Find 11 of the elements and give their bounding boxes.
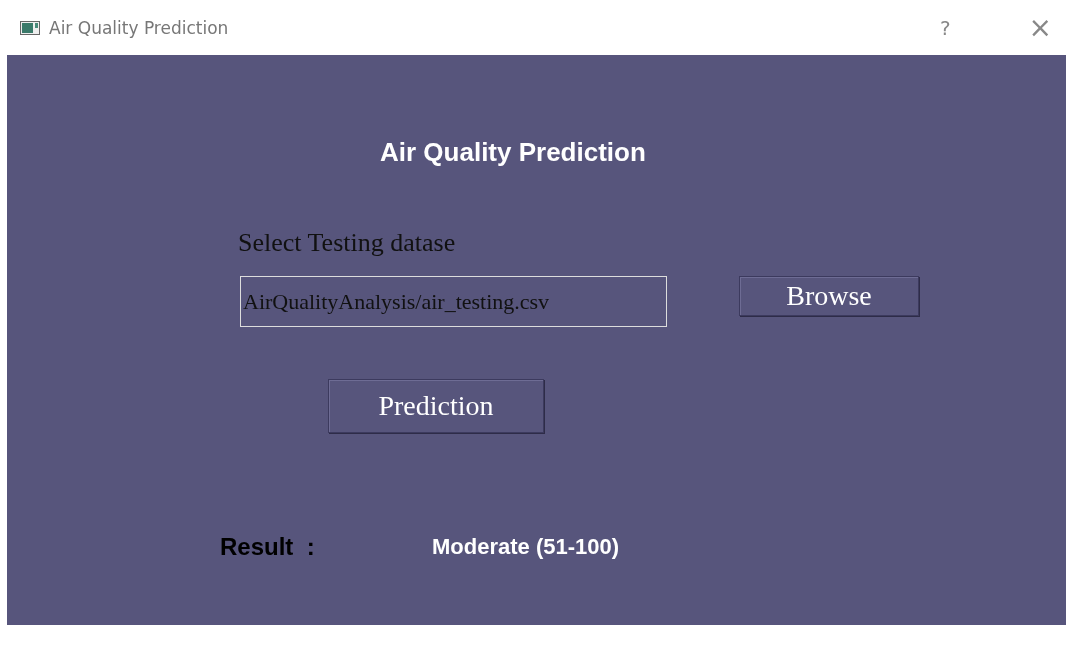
close-button[interactable]: × (1020, 11, 1060, 44)
app-icon (20, 20, 40, 35)
dataset-label: Select Testing datase (237, 228, 457, 258)
browse-button[interactable]: Browse (739, 276, 919, 316)
result-value: Moderate (51-100) (432, 534, 620, 560)
result-label: Result : (220, 533, 316, 561)
prediction-button[interactable]: Prediction (328, 379, 544, 433)
heading: Air Quality Prediction (379, 137, 647, 168)
file-path-field[interactable]: AirQualityAnalysis/air_testing.csv (240, 276, 667, 327)
help-button[interactable]: ? (931, 15, 959, 40)
window-title: Air Quality Prediction (49, 17, 229, 38)
